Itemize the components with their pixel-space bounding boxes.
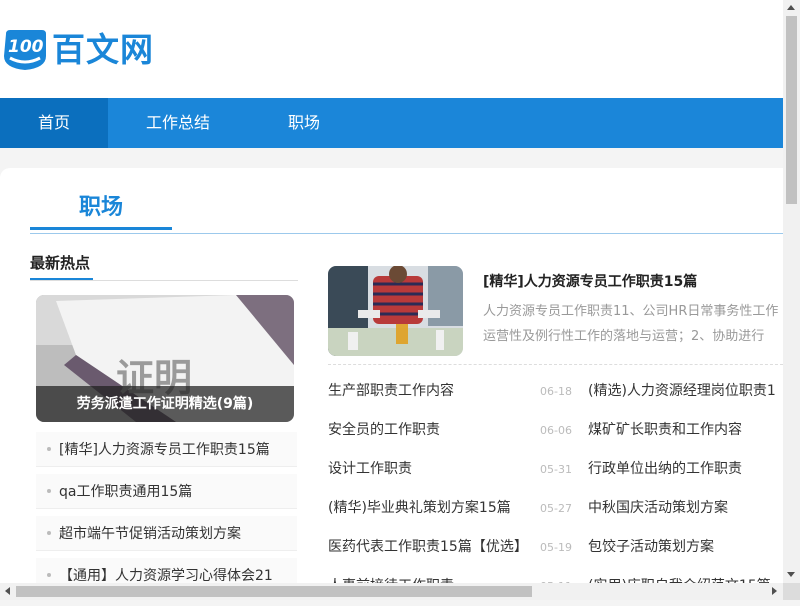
bullet-icon bbox=[47, 573, 51, 577]
scrollbar-corner bbox=[783, 583, 800, 600]
logo-100-icon: 100 bbox=[4, 30, 46, 70]
lab-photo-image bbox=[328, 266, 463, 356]
list-item[interactable]: 包饺子活动策划方案 bbox=[588, 528, 783, 567]
article-link[interactable]: 设计工作职责 bbox=[328, 461, 412, 477]
list-item[interactable]: 行政单位出纳的工作职责 bbox=[588, 450, 783, 489]
top-article-title[interactable]: [精华]人力资源专员工作职责15篇 bbox=[483, 271, 697, 293]
featured-article-caption[interactable]: 劳务派遣工作证明精选(9篇) bbox=[36, 386, 294, 422]
list-item[interactable]: 超市端午节促销活动策划方案 bbox=[36, 516, 297, 551]
nav-item-workplace[interactable]: 职场 bbox=[248, 98, 360, 148]
list-item[interactable]: (精华)毕业典礼策划方案15篇 05-27 bbox=[328, 489, 572, 528]
scroll-up-arrow-icon[interactable] bbox=[787, 5, 795, 10]
hot-divider bbox=[30, 280, 298, 281]
bullet-icon bbox=[47, 447, 51, 451]
section-divider bbox=[30, 233, 783, 234]
article-list-right: (精选)人力资源经理岗位职责1 煤矿矿长职责和工作内容 行政单位出纳的工作职责 … bbox=[588, 372, 783, 606]
article-link[interactable]: (精华)毕业典礼策划方案15篇 bbox=[328, 500, 511, 516]
summary-line: 人力资源专员工作职责11、公司HR日常事务性工作 bbox=[483, 304, 779, 319]
site-header: 100 百文网 bbox=[0, 0, 783, 98]
svg-text:100: 100 bbox=[8, 37, 44, 57]
list-item[interactable]: (精选)人力资源经理岗位职责1 bbox=[588, 372, 783, 411]
article-link[interactable]: 医药代表工作职责15篇【优选】 bbox=[328, 539, 528, 555]
hot-title: 最新热点 bbox=[30, 254, 91, 272]
article-date: 06-18 bbox=[540, 385, 572, 398]
list-item[interactable]: 安全员的工作职责 06-06 bbox=[328, 411, 572, 450]
article-date: 05-31 bbox=[540, 463, 572, 476]
section-title: 职场 bbox=[78, 195, 123, 220]
list-item[interactable]: 中秋国庆活动策划方案 bbox=[588, 489, 783, 528]
list-item[interactable]: qa工作职责通用15篇 bbox=[36, 474, 297, 509]
article-date: 05-27 bbox=[540, 502, 572, 515]
list-item[interactable]: [精华]人力资源专员工作职责15篇 bbox=[36, 432, 297, 467]
nav-item-work-summary[interactable]: 工作总结 bbox=[108, 98, 248, 148]
logo-text: 百文网 bbox=[52, 30, 154, 69]
main-nav: 首页 工作总结 职场 bbox=[0, 98, 783, 148]
article-date: 05-19 bbox=[540, 541, 572, 554]
hot-article-list: [精华]人力资源专员工作职责15篇 qa工作职责通用15篇 超市端午节促销活动策… bbox=[36, 432, 297, 600]
nav-item-home[interactable]: 首页 bbox=[0, 98, 108, 148]
bullet-icon bbox=[47, 531, 51, 535]
summary-line: 运营性及例行性工作的落地与运营；2、协助进行 bbox=[483, 329, 765, 344]
vertical-scroll-thumb[interactable] bbox=[786, 16, 797, 204]
vertical-scrollbar[interactable] bbox=[783, 0, 800, 583]
scroll-right-arrow-icon[interactable] bbox=[772, 587, 777, 595]
featured-article-card[interactable]: 证明 劳务派遣工作证明精选(9篇) bbox=[36, 295, 294, 422]
article-list-left: 生产部职责工作内容 06-18 安全员的工作职责 06-06 设计工作职责 05-31… bbox=[328, 372, 572, 606]
article-link[interactable]: 生产部职责工作内容 bbox=[328, 383, 454, 399]
article-link[interactable]: 安全员的工作职责 bbox=[328, 422, 440, 438]
site-logo[interactable]: 100 百文网 bbox=[2, 28, 154, 72]
list-item[interactable]: 煤矿矿长职责和工作内容 bbox=[588, 411, 783, 450]
bullet-icon bbox=[47, 489, 51, 493]
list-item[interactable]: 生产部职责工作内容 06-18 bbox=[328, 372, 572, 411]
article-separator bbox=[328, 364, 783, 365]
article-date: 06-06 bbox=[540, 424, 572, 437]
top-article: [精华]人力资源专员工作职责15篇 人力资源专员工作职责11、公司HR日常事务性… bbox=[328, 266, 783, 356]
horizontal-scroll-thumb[interactable] bbox=[16, 586, 532, 597]
list-item[interactable]: 设计工作职责 05-31 bbox=[328, 450, 572, 489]
article-thumbnail[interactable] bbox=[328, 266, 463, 356]
scroll-down-arrow-icon[interactable] bbox=[787, 572, 795, 577]
section-title-underline bbox=[30, 227, 172, 230]
top-article-summary: 人力资源专员工作职责11、公司HR日常事务性工作 运营性及例行性工作的落地与运营… bbox=[483, 299, 783, 349]
scroll-left-arrow-icon[interactable] bbox=[5, 587, 10, 595]
list-item[interactable]: 医药代表工作职责15篇【优选】 05-19 bbox=[328, 528, 572, 567]
horizontal-scrollbar[interactable] bbox=[0, 583, 783, 600]
